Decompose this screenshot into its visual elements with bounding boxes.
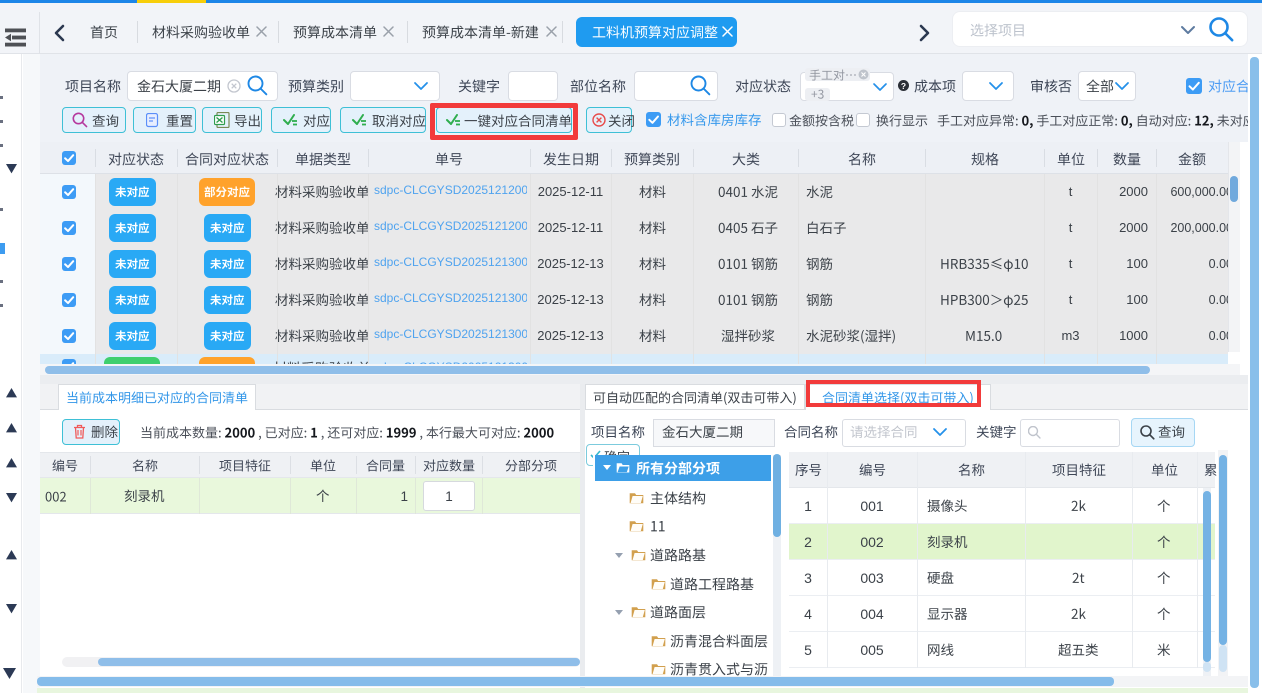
svg-text:?: ? [900,81,905,91]
